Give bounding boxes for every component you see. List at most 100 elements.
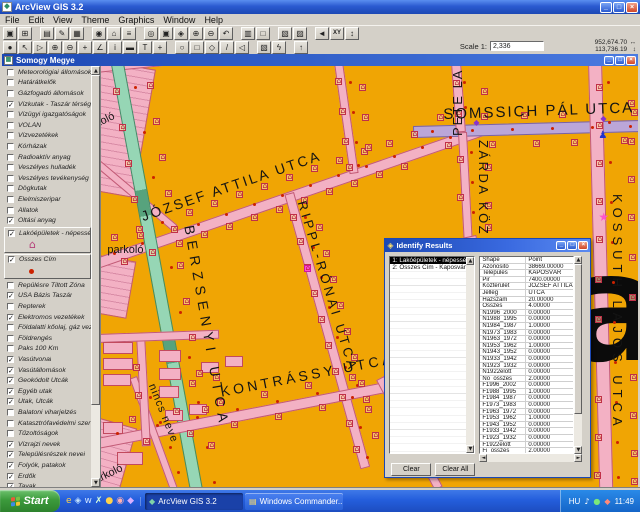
legend-item-2[interactable]: Határátkelők — [2, 78, 93, 89]
menu-edit[interactable]: Edit — [29, 15, 45, 25]
zoom-out-button[interactable]: ⊖ — [204, 27, 218, 40]
area-of-interest-tool[interactable]: ▧ — [257, 41, 271, 54]
legend-item-11[interactable]: Veszélyes tevékenység — [2, 173, 93, 184]
text-tool[interactable]: T — [138, 41, 152, 54]
legend-item-29[interactable]: ✓Utak, Utcák — [2, 397, 93, 408]
save-project-button[interactable]: ▣ — [3, 27, 17, 40]
legend-item-25[interactable]: ✓Vasútvonal — [2, 354, 93, 365]
minimize-button[interactable]: _ — [600, 2, 612, 13]
scale-input[interactable]: 2,336 — [490, 41, 544, 51]
legend-item-22[interactable]: Földalatti kőolaj, gáz vezeték — [2, 322, 93, 333]
quicklaunch-lock-icon[interactable]: ● — [105, 497, 113, 506]
legend-item-21[interactable]: ✓Elektromos vezetékek — [2, 312, 93, 323]
vertex-edit-tool[interactable]: ▷ — [33, 41, 47, 54]
view-maximize-button[interactable]: □ — [615, 56, 625, 65]
quicklaunch-media-icon[interactable]: ◆ — [127, 497, 134, 506]
legend-item-16[interactable]: ✓Lakóépületek - népesség — [5, 228, 90, 239]
taskbar-button-arcview-gis-3-2[interactable]: ◆ArcView GIS 3.2 — [145, 493, 243, 510]
zoom-in-button[interactable]: ⊕ — [189, 27, 203, 40]
zoom-out-tool[interactable]: ⊖ — [63, 41, 77, 54]
zoom-selected-button[interactable]: ◈ — [174, 27, 188, 40]
legend-scrollbar[interactable]: ▲▼ — [91, 66, 100, 487]
checkbox-unchecked[interactable] — [7, 282, 14, 289]
legend-item-33[interactable]: ✓Vízrajzi nevek — [2, 439, 93, 450]
clear-selection-button[interactable]: □ — [256, 27, 270, 40]
select-features-button[interactable]: ▥ — [241, 27, 255, 40]
measure-tool[interactable]: ∠ — [93, 41, 107, 54]
quicklaunch-word-icon[interactable]: w — [84, 497, 91, 506]
view-minimize-button[interactable]: _ — [604, 56, 614, 65]
legend-scroll-thumb[interactable] — [91, 75, 100, 405]
menu-window[interactable]: Window — [163, 15, 195, 25]
legend-item-30[interactable]: Balatoni viharjelzés — [2, 407, 93, 418]
checkbox-unchecked[interactable] — [7, 132, 14, 139]
legend-item-26[interactable]: ✓Vasútállomások — [2, 365, 93, 376]
menu-view[interactable]: View — [53, 15, 72, 25]
quicklaunch-browser-icon[interactable]: e — [66, 497, 72, 506]
checkbox-unchecked[interactable] — [7, 143, 14, 150]
locate-address-button[interactable]: ⌂ — [107, 27, 121, 40]
checkbox-checked[interactable]: ✓ — [7, 462, 14, 469]
query-builder-button[interactable]: ≡ — [122, 27, 136, 40]
scroll-up-button[interactable]: ▲ — [574, 256, 582, 264]
identify-results-list[interactable]: 1: Lakóépületek - népesség - K2: Összes … — [389, 256, 475, 454]
clear-all-button[interactable]: Clear All — [435, 463, 475, 476]
legend-item-35[interactable]: ✓Folyók, patakok — [2, 460, 93, 471]
draw-polygon-tool[interactable]: ◇ — [205, 41, 219, 54]
checkbox-checked[interactable]: ✓ — [7, 388, 14, 395]
checkbox-unchecked[interactable] — [7, 345, 14, 352]
checkbox-checked[interactable]: ✓ — [7, 398, 14, 405]
identify-results-dialog[interactable]: ◈Identify Results_□×1: Lakóépületek - né… — [384, 238, 591, 478]
draw-polyline-tool[interactable]: ◁ — [235, 41, 249, 54]
checkbox-checked[interactable]: ✓ — [7, 367, 14, 374]
legend-item-7[interactable]: Vízvezetékek — [2, 131, 93, 142]
xy-button[interactable]: XY — [330, 27, 344, 40]
legend-active-theme[interactable]: ✓Lakóépületek - népesség⌂ — [4, 227, 91, 253]
quicklaunch-globe-icon[interactable]: ◉ — [116, 497, 124, 506]
scroll-down-button[interactable]: ▼ — [91, 478, 100, 487]
legend-item-31[interactable]: Katasztrófavédelmi szervek — [2, 418, 93, 429]
legend-item-28[interactable]: ✓Egyéb utak — [2, 386, 93, 397]
checkbox-unchecked[interactable] — [7, 79, 14, 86]
checkbox-unchecked[interactable] — [7, 207, 14, 214]
checkbox-unchecked[interactable] — [7, 90, 14, 97]
close-button[interactable]: × — [626, 2, 638, 13]
checkbox-checked[interactable]: ✓ — [7, 217, 14, 224]
checkbox-unchecked[interactable] — [7, 303, 14, 310]
scroll-right-button[interactable]: ► — [574, 454, 582, 462]
legend-item-9[interactable]: Radioaktív anyag — [2, 152, 93, 163]
zoom-in-tool[interactable]: ⊕ — [48, 41, 62, 54]
menu-help[interactable]: Help — [204, 15, 223, 25]
select-graphics-tool[interactable]: ● — [3, 41, 17, 54]
legend-item-32[interactable]: Tűzoltóságok — [2, 428, 93, 439]
pointer-tool[interactable]: ↖ — [18, 41, 32, 54]
checkbox-checked[interactable]: ✓ — [8, 230, 15, 237]
clear-button[interactable]: Clear — [391, 463, 431, 476]
add-theme-button[interactable]: ⊞ — [18, 27, 32, 40]
identify-list-scrollbar[interactable]: ▲▼ — [466, 257, 474, 453]
checkbox-unchecked[interactable] — [7, 122, 14, 129]
identify-tool[interactable]: i — [108, 41, 122, 54]
view-close-button[interactable]: × — [626, 56, 636, 65]
find-button[interactable]: ◉ — [92, 27, 106, 40]
scroll-down-button[interactable]: ▼ — [574, 446, 582, 454]
sort-button[interactable]: ↕ — [345, 27, 359, 40]
legend-item-24[interactable]: Paks 100 Km — [2, 344, 93, 355]
legend-item-17[interactable]: ✓Összes Cím — [5, 255, 90, 266]
identify-table-hscrollbar[interactable]: ◄► — [479, 454, 582, 462]
quicklaunch-mail-icon[interactable]: ◈ — [75, 497, 82, 506]
legend-item-37[interactable]: ✓Tavak — [2, 481, 93, 487]
previous-extent-button[interactable]: ◄ — [315, 27, 329, 40]
taskbar-button-windows-commander-[interactable]: ▤Windows Commander... — [245, 493, 343, 510]
menu-theme[interactable]: Theme — [81, 15, 109, 25]
checkbox-unchecked[interactable] — [7, 335, 14, 342]
identify-table-scrollbar[interactable]: ▲▼ — [574, 256, 582, 454]
checkbox-unchecked[interactable] — [7, 69, 14, 76]
checkbox-checked[interactable]: ✓ — [7, 314, 14, 321]
checkbox-unchecked[interactable] — [7, 430, 14, 437]
hotlink-tool[interactable]: ϟ — [272, 41, 286, 54]
checkbox-checked[interactable]: ✓ — [7, 483, 14, 487]
scroll-up-button[interactable]: ▲ — [91, 66, 100, 75]
select-feature-tool[interactable]: ▬ — [123, 41, 137, 54]
legend-item-5[interactable]: Vízügyi igazgatóságok — [2, 109, 93, 120]
